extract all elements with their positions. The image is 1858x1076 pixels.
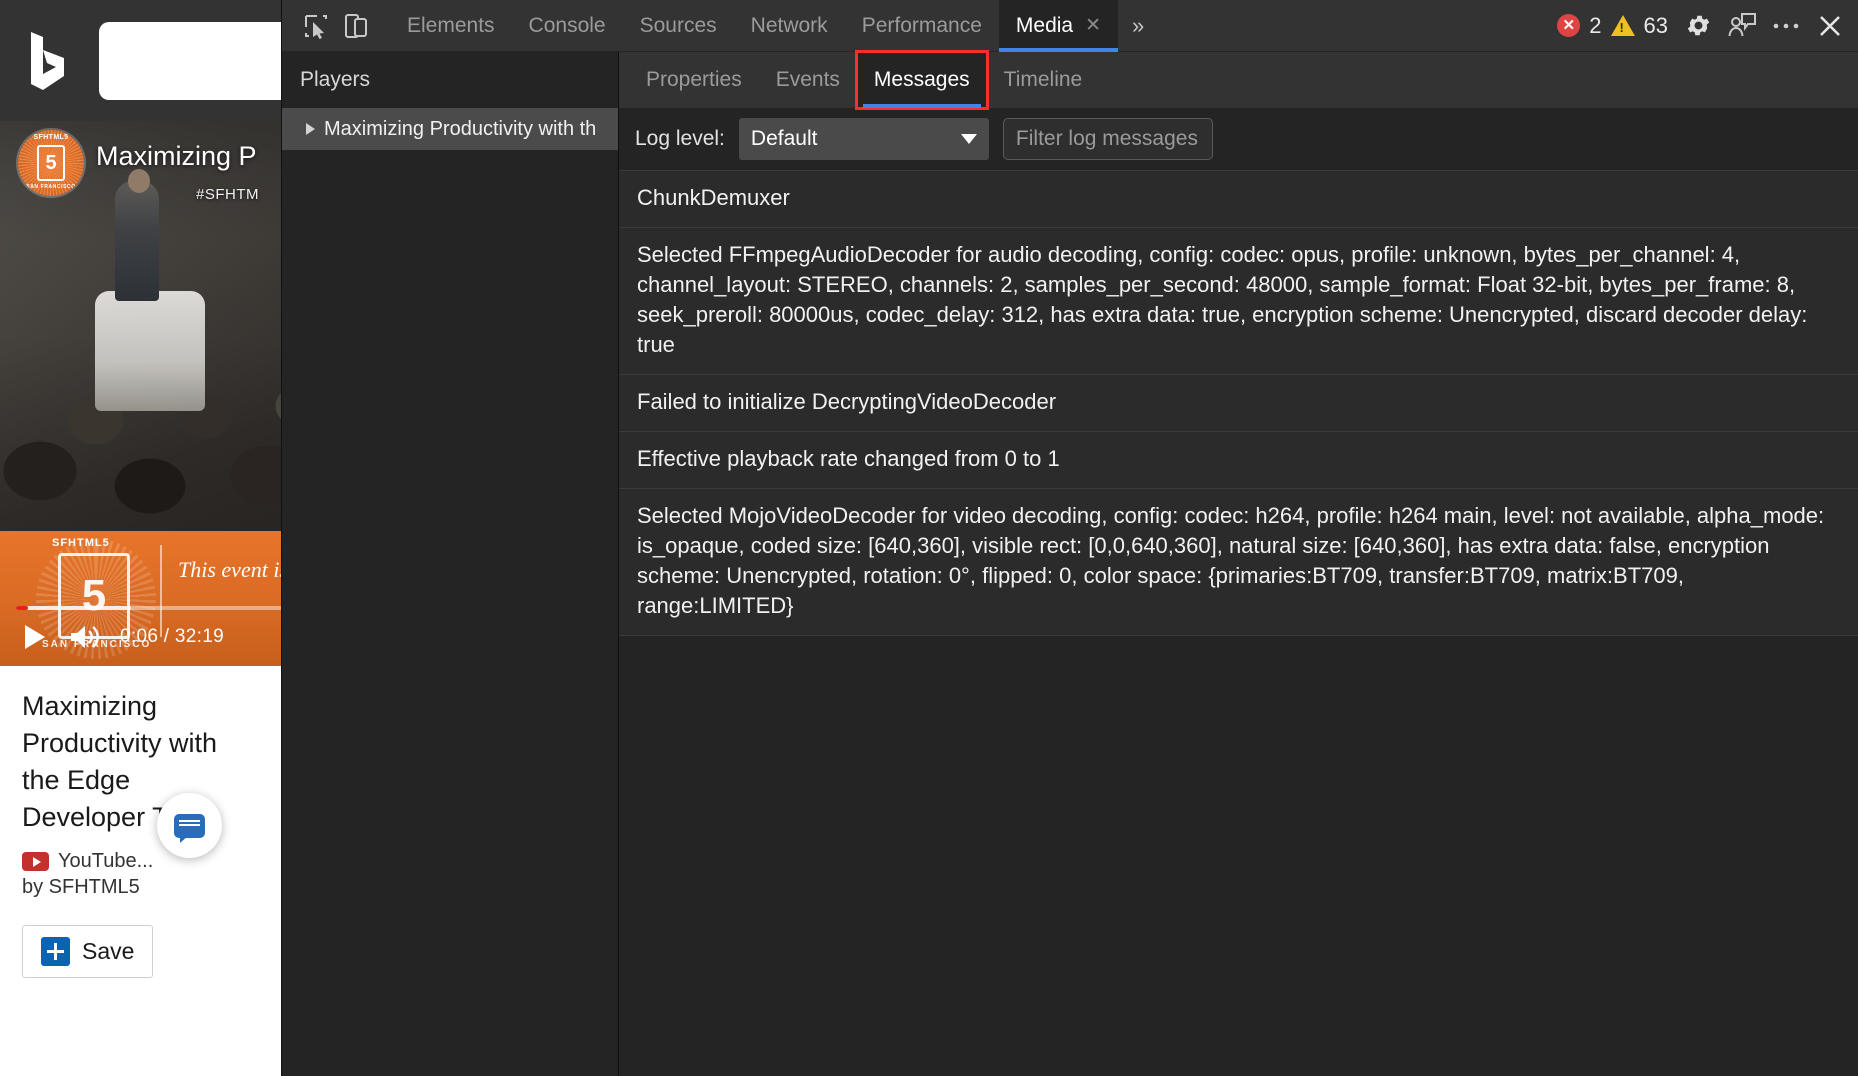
- more-tabs-button[interactable]: »: [1118, 13, 1158, 39]
- save-button[interactable]: Save: [22, 925, 154, 978]
- message-row[interactable]: Selected MojoVideoDecoder for video deco…: [619, 489, 1858, 636]
- video-overlay-title: Maximizing P: [96, 141, 257, 171]
- channel-badge: SFHTML5 5 SAN FRANCISCO: [18, 130, 84, 196]
- tab-performance[interactable]: Performance: [845, 0, 999, 52]
- tab-elements-label: Elements: [407, 13, 495, 37]
- message-row[interactable]: ChunkDemuxer: [619, 170, 1858, 228]
- gear-icon[interactable]: [1678, 6, 1718, 46]
- message-row[interactable]: Failed to initialize DecryptingVideoDeco…: [619, 375, 1858, 432]
- tab-network[interactable]: Network: [734, 0, 845, 52]
- close-icon[interactable]: ✕: [1085, 16, 1101, 35]
- tab-messages-label: Messages: [873, 68, 970, 91]
- video-info-card: Maximizing Productivity with the Edge De…: [0, 666, 281, 1076]
- video-time-display: 0:06 / 32:19: [120, 626, 224, 647]
- tab-timeline-label: Timeline: [1003, 68, 1083, 91]
- log-level-select[interactable]: Default: [738, 118, 989, 160]
- warning-icon: [1610, 15, 1635, 36]
- tab-sources-label: Sources: [639, 13, 717, 37]
- badge-bottom-text: SAN FRANCISCO: [26, 184, 76, 190]
- devtools-window: Elements Console Sources Network Perform…: [281, 0, 1858, 1076]
- badge-top-text: SFHTML5: [33, 134, 69, 141]
- log-level-label: Log level:: [635, 127, 725, 150]
- volume-icon[interactable]: [68, 622, 102, 652]
- chat-bubble-icon[interactable]: [157, 793, 222, 858]
- banner-script-text: This event is: [178, 557, 288, 582]
- tab-console[interactable]: Console: [512, 0, 623, 52]
- toolbar-right-icons: [1678, 6, 1850, 46]
- video-progress-buffered: [16, 606, 132, 610]
- youtube-icon: [22, 852, 49, 871]
- error-count: 2: [1589, 12, 1602, 38]
- more-tabs-label: »: [1132, 12, 1145, 38]
- tab-timeline[interactable]: Timeline: [987, 52, 1100, 108]
- tab-network-label: Network: [750, 13, 828, 37]
- log-level-value: Default: [750, 127, 818, 150]
- video-source-label: YouTube...: [58, 850, 154, 872]
- video-speaker-head: [128, 169, 150, 193]
- add-to-collections-icon: [41, 937, 70, 966]
- media-sub-tabs: Properties Events Messages Timeline: [619, 50, 1858, 110]
- issue-counters[interactable]: ✕ 2 63: [1557, 13, 1668, 39]
- players-header: Players: [300, 68, 371, 91]
- device-emulation-icon[interactable]: [336, 6, 376, 46]
- chevron-right-icon[interactable]: [306, 123, 315, 135]
- devtools-toolbar: Elements Console Sources Network Perform…: [282, 0, 1858, 52]
- close-devtools-icon[interactable]: [1810, 6, 1850, 46]
- inspect-element-icon[interactable]: [296, 6, 336, 46]
- media-panel: Properties Events Messages Timeline Log …: [619, 50, 1858, 1076]
- chevron-down-icon: [960, 134, 977, 144]
- video-hashtag: #SFHTM: [196, 186, 259, 203]
- devtools-panel-tabs: Elements Console Sources Network Perform…: [390, 0, 1119, 52]
- message-row[interactable]: Effective playback rate changed from 0 t…: [619, 432, 1858, 489]
- tab-performance-label: Performance: [861, 13, 982, 37]
- tab-elements[interactable]: Elements: [390, 0, 512, 52]
- tab-events-label: Events: [775, 68, 840, 91]
- tab-properties[interactable]: Properties: [629, 52, 759, 108]
- more-options-icon[interactable]: [1766, 6, 1806, 46]
- tab-media-label: Media: [1015, 13, 1074, 37]
- feedback-icon[interactable]: [1722, 6, 1762, 46]
- tab-events[interactable]: Events: [759, 52, 857, 108]
- tab-properties-label: Properties: [646, 68, 742, 91]
- message-list[interactable]: ChunkDemuxer Selected FFmpegAudioDecoder…: [619, 170, 1858, 1076]
- play-icon[interactable]: [18, 621, 50, 653]
- players-pane: Players Maximizing Productivity with th: [282, 52, 619, 1076]
- video-chair: [95, 291, 205, 411]
- video-source-row: YouTube...: [22, 850, 259, 873]
- devtools-body: Players Maximizing Productivity with th …: [282, 50, 1858, 1076]
- video-byline: by SFHTML5: [22, 876, 140, 898]
- error-icon: ✕: [1557, 14, 1581, 37]
- video-progress-bar[interactable]: [16, 606, 319, 610]
- save-button-label: Save: [82, 938, 135, 964]
- banner-top-text: SFHTML5: [52, 537, 110, 549]
- video-title: Maximizing Productivity with the Edge De…: [22, 691, 218, 832]
- player-list-item-label: Maximizing Productivity with th: [324, 117, 597, 140]
- log-toolbar: Log level: Default: [619, 108, 1858, 170]
- tab-messages[interactable]: Messages: [854, 50, 989, 110]
- video-progress-played: [16, 606, 29, 610]
- warning-count: 63: [1643, 12, 1668, 38]
- player-list-item[interactable]: Maximizing Productivity with th: [282, 108, 618, 150]
- bing-logo[interactable]: [25, 30, 71, 92]
- tab-sources[interactable]: Sources: [623, 0, 734, 52]
- badge-html5-mark: 5: [37, 145, 65, 181]
- video-speaker: [115, 181, 159, 301]
- chat-bubble-glyph: [174, 813, 205, 843]
- filter-log-input[interactable]: [1002, 118, 1213, 160]
- tab-console-label: Console: [528, 13, 606, 37]
- message-row[interactable]: Selected FFmpegAudioDecoder for audio de…: [619, 228, 1858, 375]
- tab-media[interactable]: Media ✕: [998, 0, 1119, 52]
- screenshot-root: Maximizing P #SFHTM SFHTML5 5 SAN FRANCI…: [0, 0, 1858, 1076]
